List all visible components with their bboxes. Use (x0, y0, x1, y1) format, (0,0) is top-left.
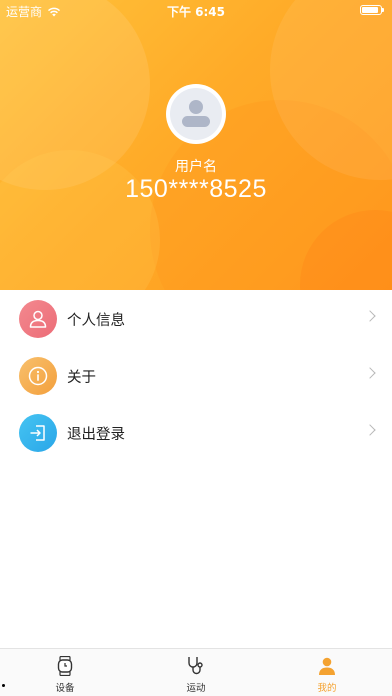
username: 用户名 (175, 159, 217, 175)
profile-screen: 运营商 下午 6:45 用户名 150****8525 个人信息 关于 退出登录… (0, 0, 392, 696)
avatar-placeholder (170, 88, 222, 140)
menu-item-about[interactable]: 关于 (0, 347, 392, 404)
menu-item-label: 个人信息 (67, 313, 125, 329)
tab-sports[interactable]: 运动 (131, 649, 261, 696)
tab-label: 我的 (317, 683, 337, 694)
settings-menu: 个人信息 关于 退出登录 (0, 290, 392, 461)
tab-bar: 设备 运动 我的 (0, 648, 392, 696)
menu-item-label: 退出登录 (67, 427, 125, 443)
corner-dot (2, 684, 5, 687)
tab-label: 设备 (55, 683, 75, 694)
phone-number: 150****8525 (125, 175, 267, 203)
person-placeholder-icon (182, 100, 210, 127)
avatar[interactable] (166, 84, 226, 144)
chevron-right-icon (364, 424, 376, 436)
user-icon (319, 657, 335, 675)
tab-mine[interactable]: 我的 (262, 649, 392, 696)
status-bar: 运营商 下午 6:45 (0, 0, 392, 22)
menu-item-label: 关于 (67, 370, 96, 386)
stethoscope-icon (188, 657, 203, 675)
chevron-right-icon (364, 367, 376, 379)
chevron-right-icon (364, 310, 376, 322)
logout-icon (19, 414, 57, 452)
profile-header: 运营商 下午 6:45 用户名 150****8525 (0, 0, 392, 290)
battery-icon (360, 5, 384, 15)
tab-devices[interactable]: 设备 (0, 649, 130, 696)
info-icon (19, 357, 57, 395)
watch-icon (57, 656, 73, 676)
status-time: 下午 6:45 (166, 5, 226, 19)
person-icon (19, 300, 57, 338)
menu-item-personal-info[interactable]: 个人信息 (0, 290, 392, 347)
menu-item-logout[interactable]: 退出登录 (0, 404, 392, 461)
tab-label: 运动 (186, 683, 206, 694)
